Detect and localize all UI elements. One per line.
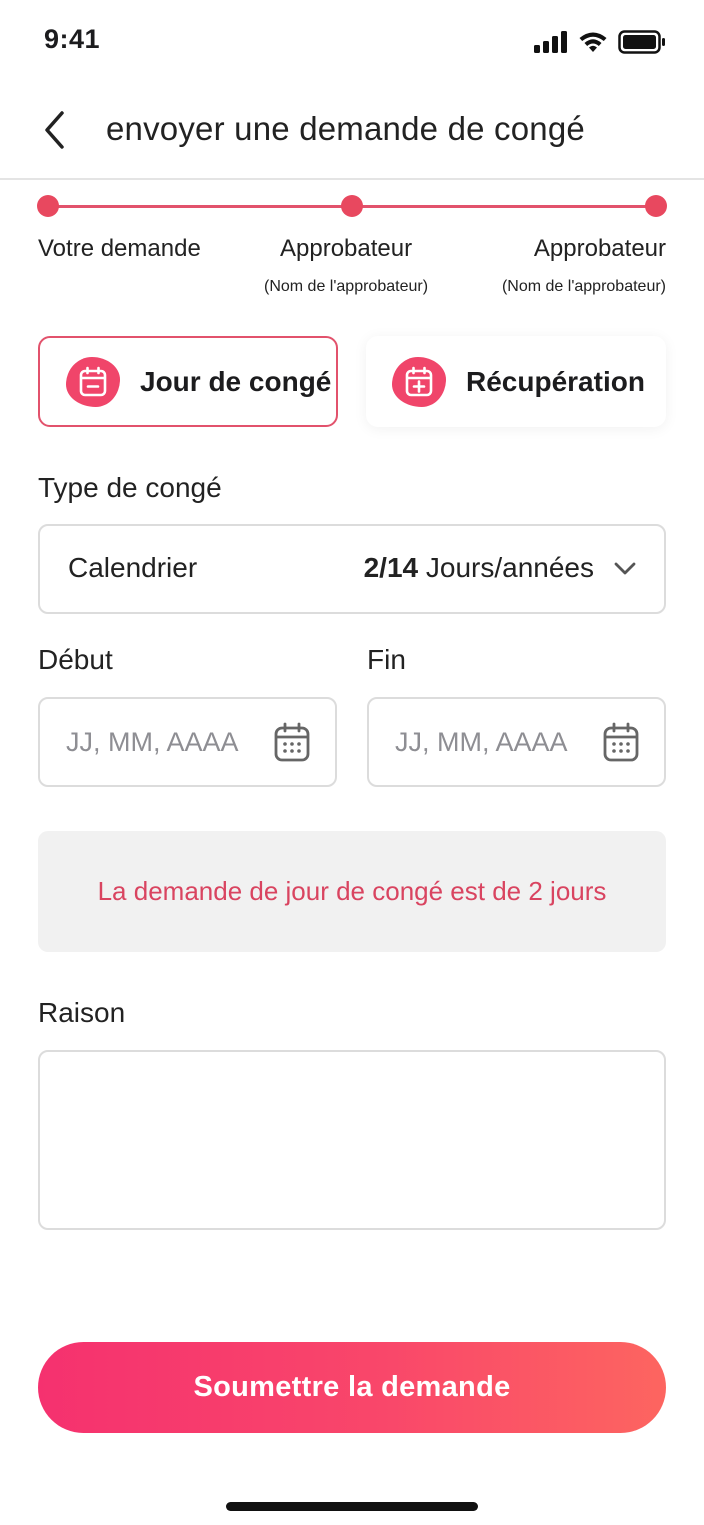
back-button[interactable]	[34, 110, 74, 154]
calendar-icon[interactable]	[273, 722, 311, 769]
start-date-field[interactable]: JJ, MM, AAAA	[38, 697, 337, 787]
submit-request-button[interactable]: Soumettre la demande	[38, 1342, 666, 1433]
leave-type-field-label: Type de congé	[38, 472, 222, 503]
leave-duration-notice: La demande de jour de congé est de 2 jou…	[38, 831, 666, 952]
reason-label: Raison	[38, 997, 126, 1028]
progress-stepper: Votre demande Approbateur Approbateur (N…	[0, 190, 704, 310]
status-time: 9:41	[44, 24, 101, 54]
leave-type-select[interactable]: Calendrier 2/14 Jours/années	[38, 524, 666, 614]
step-dot-3	[645, 195, 667, 217]
step-dot-2	[341, 195, 363, 217]
submit-button-label: Soumettre la demande	[193, 1371, 511, 1403]
calendar-icon[interactable]	[602, 722, 640, 769]
leave-type-recovery-card[interactable]: Récupération	[366, 336, 666, 427]
chevron-left-icon	[42, 110, 66, 155]
leave-type-label: Jour de congé	[140, 365, 332, 397]
quota-unit: Jours/années	[425, 552, 594, 583]
wifi-icon	[578, 31, 608, 58]
end-date-placeholder: JJ, MM, AAAA	[395, 727, 568, 757]
calendar-plus-icon	[392, 356, 446, 407]
start-date-placeholder: JJ, MM, AAAA	[66, 727, 239, 757]
page-title: envoyer une demande de congé	[106, 110, 585, 147]
signal-icon	[534, 31, 568, 58]
quota-count: 2/14	[363, 552, 419, 583]
leave-type-label: Récupération	[466, 365, 645, 397]
step-label-3: Approbateur	[533, 235, 666, 262]
leave-type-value: Calendrier	[68, 552, 198, 583]
header: envoyer une demande de congé	[0, 90, 704, 180]
step-dot-1	[37, 195, 59, 217]
leave-type-day-off-card[interactable]: Jour de congé	[38, 336, 338, 427]
leave-duration-text: La demande de jour de congé est de 2 jou…	[97, 876, 607, 906]
battery-icon	[618, 30, 666, 59]
step-sublabel-2: (Nom de l'approbateur)	[264, 278, 429, 295]
chevron-down-icon	[612, 556, 638, 587]
step-label-1: Votre demande	[38, 235, 201, 262]
leave-quota: 2/14 Jours/années	[364, 552, 594, 584]
home-indicator[interactable]	[226, 1502, 478, 1511]
end-date-label: Fin	[367, 644, 406, 675]
end-date-field[interactable]: JJ, MM, AAAA	[367, 697, 666, 787]
reason-textarea[interactable]	[38, 1050, 666, 1230]
status-bar: 9:41	[0, 0, 704, 80]
step-label-2: Approbateur	[280, 235, 413, 262]
start-date-label: Début	[38, 644, 113, 675]
calendar-minus-icon	[66, 356, 120, 407]
status-icons	[534, 30, 666, 59]
step-sublabel-3: (Nom de l'approbateur)	[501, 278, 666, 295]
